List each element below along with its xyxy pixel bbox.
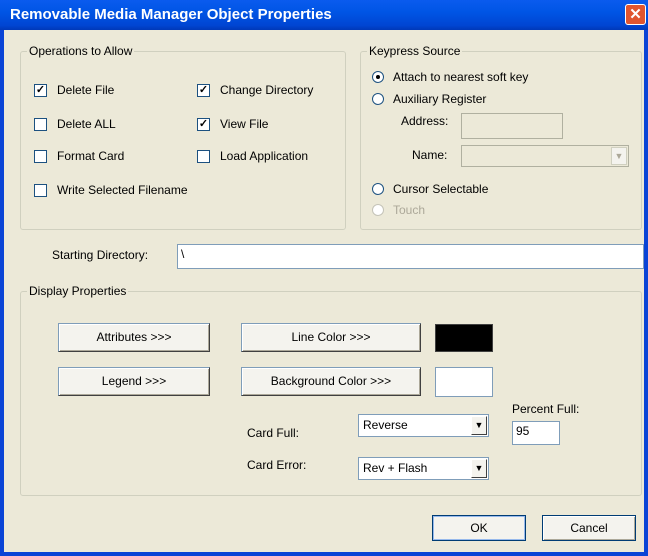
address-input	[461, 113, 563, 139]
name-label: Name:	[412, 148, 448, 162]
attach-soft-key-label[interactable]: Attach to nearest soft key	[393, 70, 528, 84]
keypress-source-legend: Keypress Source	[369, 44, 461, 58]
delete-all-checkbox[interactable]	[34, 118, 47, 131]
format-card-checkbox[interactable]	[34, 150, 47, 163]
card-full-value: Reverse	[363, 418, 408, 432]
card-full-dropdown[interactable]: Reverse ▼	[358, 414, 489, 437]
close-icon[interactable]: ✕	[625, 4, 646, 25]
ok-button[interactable]: OK	[432, 515, 526, 541]
window-title: Removable Media Manager Object Propertie…	[10, 6, 332, 23]
background-color-swatch	[435, 367, 493, 397]
delete-file-label[interactable]: Delete File	[57, 83, 114, 97]
touch-radio	[372, 204, 384, 216]
chevron-down-icon[interactable]: ▼	[471, 459, 487, 478]
starting-directory-label: Starting Directory:	[52, 248, 149, 262]
percent-full-input[interactable]: 95	[512, 421, 560, 445]
view-file-checkbox[interactable]: ✓	[197, 118, 210, 131]
auxiliary-register-label[interactable]: Auxiliary Register	[393, 92, 486, 106]
background-color-button[interactable]: Background Color >>>	[241, 367, 421, 396]
load-application-checkbox[interactable]	[197, 150, 210, 163]
name-dropdown: ▼	[461, 145, 629, 167]
check-icon: ✓	[198, 118, 209, 130]
delete-all-label[interactable]: Delete ALL	[57, 117, 116, 131]
check-icon: ✓	[198, 84, 209, 96]
check-icon: ✓	[35, 84, 46, 96]
write-selected-filename-label[interactable]: Write Selected Filename	[57, 183, 188, 197]
card-full-label: Card Full:	[247, 426, 300, 440]
card-error-dropdown[interactable]: Rev + Flash ▼	[358, 457, 489, 480]
percent-full-label: Percent Full:	[512, 402, 580, 416]
operations-group: Operations to Allow	[20, 44, 346, 230]
change-directory-checkbox[interactable]: ✓	[197, 84, 210, 97]
card-error-value: Rev + Flash	[363, 461, 428, 475]
auxiliary-register-radio[interactable]	[372, 93, 384, 105]
card-error-label: Card Error:	[247, 458, 307, 472]
cursor-selectable-radio[interactable]	[372, 183, 384, 195]
load-application-label[interactable]: Load Application	[220, 149, 308, 163]
delete-file-checkbox[interactable]: ✓	[34, 84, 47, 97]
attach-soft-key-radio[interactable]	[372, 71, 384, 83]
format-card-label[interactable]: Format Card	[57, 149, 124, 163]
operations-legend: Operations to Allow	[29, 44, 133, 58]
starting-directory-input[interactable]: \	[177, 244, 644, 269]
display-properties-legend: Display Properties	[29, 284, 127, 298]
line-color-swatch	[435, 324, 493, 352]
chevron-down-icon[interactable]: ▼	[471, 416, 487, 435]
line-color-button[interactable]: Line Color >>>	[241, 323, 421, 352]
legend-button[interactable]: Legend >>>	[58, 367, 210, 396]
change-directory-label[interactable]: Change Directory	[220, 83, 313, 97]
dialog-window: Removable Media Manager Object Propertie…	[0, 0, 648, 556]
chevron-down-icon: ▼	[611, 147, 627, 165]
cursor-selectable-label[interactable]: Cursor Selectable	[393, 182, 488, 196]
dialog-client: Operations to Allow ✓ Delete File ✓ Chan…	[4, 30, 644, 552]
write-selected-filename-checkbox[interactable]	[34, 184, 47, 197]
address-label: Address:	[401, 114, 449, 128]
view-file-label[interactable]: View File	[220, 117, 268, 131]
cancel-button[interactable]: Cancel	[542, 515, 636, 541]
touch-label: Touch	[393, 203, 426, 217]
title-bar[interactable]: Removable Media Manager Object Propertie…	[0, 0, 648, 30]
attributes-button[interactable]: Attributes >>>	[58, 323, 210, 352]
